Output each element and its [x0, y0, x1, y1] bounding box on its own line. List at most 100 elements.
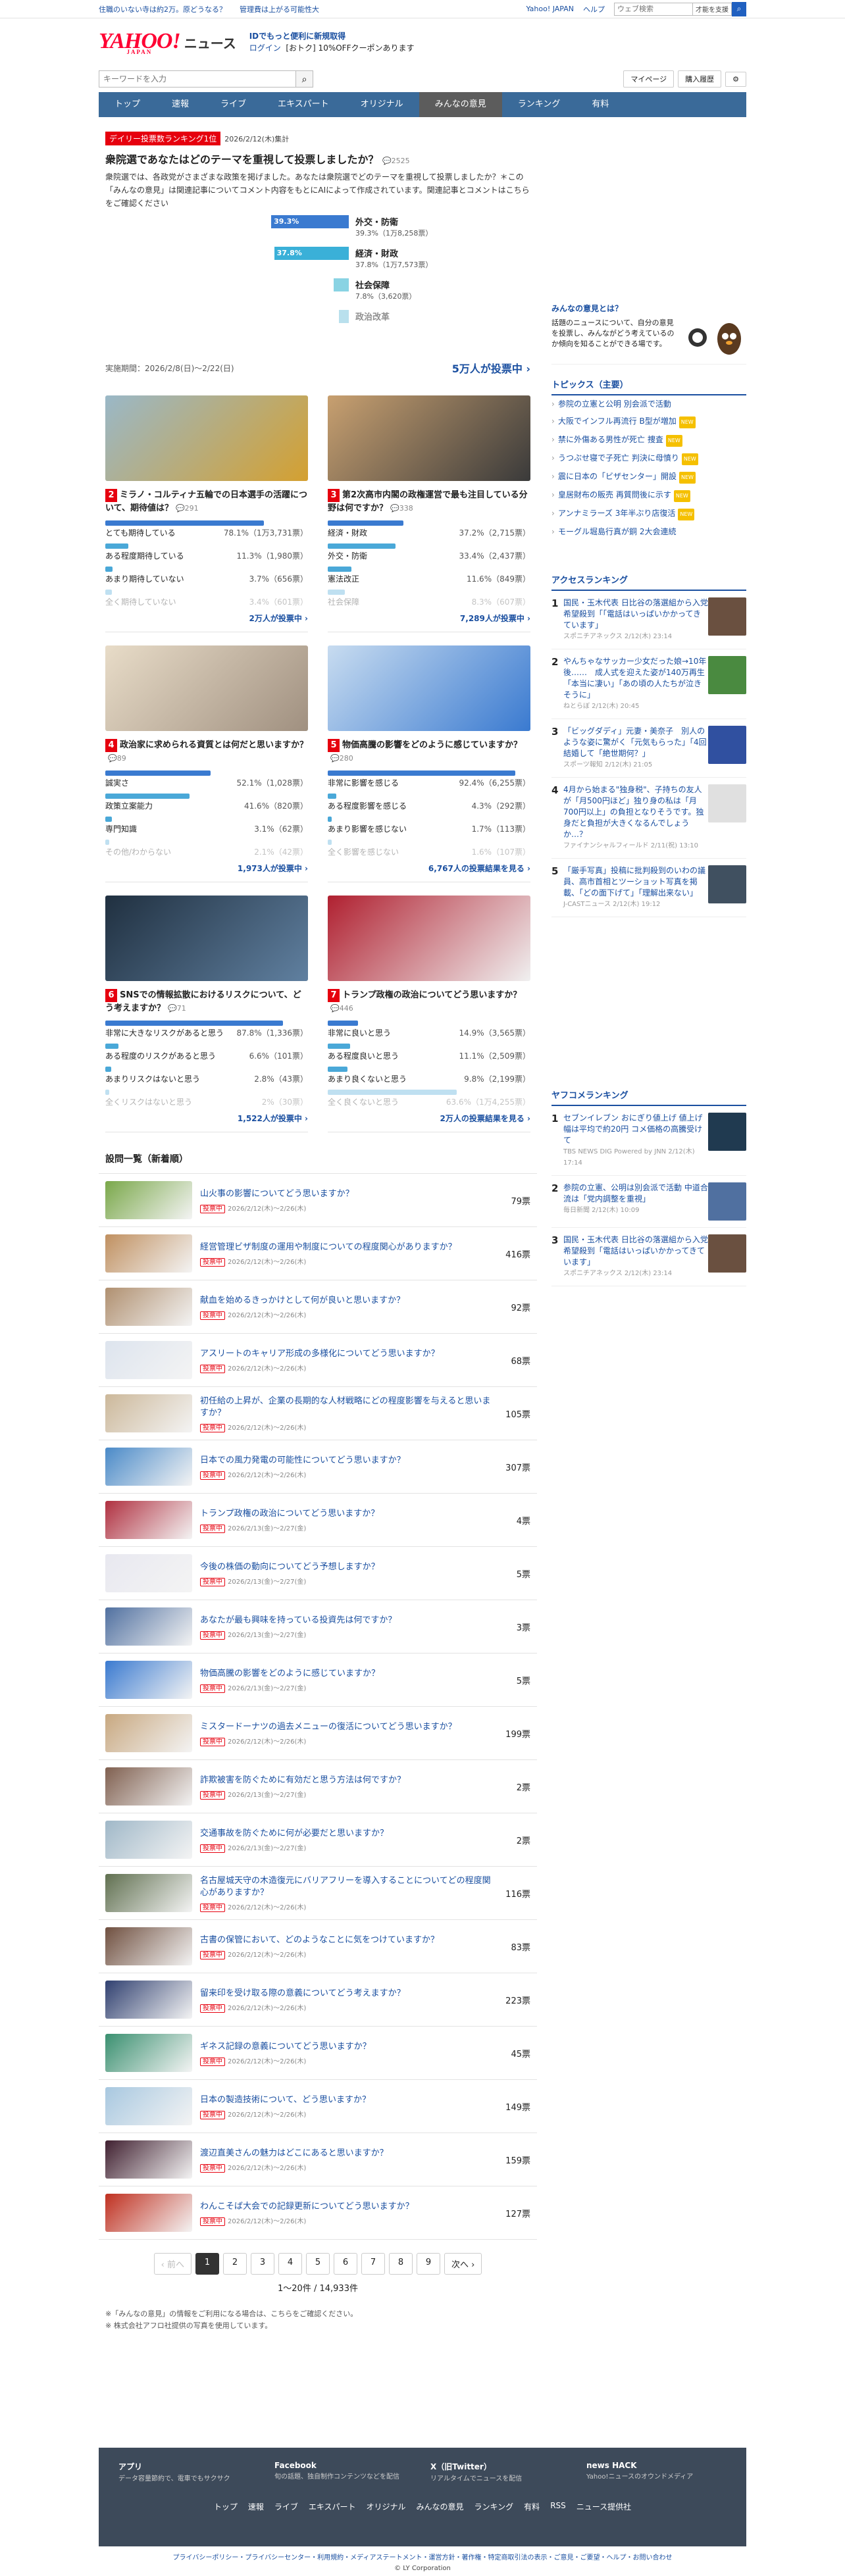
ranking-item[interactable]: 2 やんちゃなサッカー少女だった娘→10年後…… 成人式を迎えた姿が140万再生「… [551, 649, 746, 719]
page-button[interactable]: 1 [195, 2253, 219, 2275]
footer-links[interactable]: プライバシーポリシー・プライバシーセンター・利用規約・メディアステートメント・運… [0, 2552, 845, 2562]
list-item-title[interactable]: 交通事故を防ぐために何が必要だと思いますか？ [200, 1828, 491, 1840]
topic-item[interactable]: 皇居財布の販売 再質問後に示すNEW [551, 486, 746, 505]
poll-option[interactable]: あまり良くないと思う 9.8%（2,199票） [328, 1067, 530, 1084]
list-item[interactable]: 留来印を受け取る際の意義についてどう考えますか？ 投票中 2026/2/12(木)〜… [99, 1973, 537, 2027]
list-item-title[interactable]: トランプ政権の政治についてどう思いますか？ [200, 1508, 491, 1520]
page-button[interactable]: 7 [361, 2253, 385, 2275]
ad-link-2[interactable]: 管理費は上がる可能性大 [240, 4, 319, 14]
poll-option[interactable]: 専門知識 3.1%（62票） [105, 817, 308, 834]
ranking-item[interactable]: 2 参院の立憲、公明は別会派で活動 中道合流は「党内調整を重視」 毎日新聞 2/12… [551, 1176, 746, 1228]
poll-option[interactable]: とても期待している 78.1%（1万3,731票） [105, 520, 308, 538]
ranking-item[interactable]: 1 国民・玉木代表 日比谷の落選組から入党希望殺到「「電話はいっぱいかかってきてい… [551, 591, 746, 649]
list-item[interactable]: 名古屋城天守の木造復元にバリアフリーを導入することについてどの程度関心があります… [99, 1867, 537, 1920]
nav-tab-5[interactable]: みんなの意見 [419, 92, 502, 117]
poll-option[interactable]: ある程度良いと思う 11.1%（2,509票） [328, 1044, 530, 1061]
list-item[interactable]: ギネス記録の意義についてどう思いますか？ 投票中 2026/2/12(木)〜2/26… [99, 2027, 537, 2080]
poll-total-link[interactable]: 5万人が投票中 › [452, 360, 530, 376]
footer-nav-link[interactable]: みんなの意見 [417, 2501, 464, 2512]
search-icon[interactable]: ⌕ [296, 70, 313, 88]
footer-app-1[interactable]: Facebook 旬の話題、独自制作コンテンツなどを配信 [274, 2461, 415, 2484]
footer-app-0[interactable]: アプリ データ容量節約で、電車でもサクサク [118, 2461, 259, 2484]
topic-item[interactable]: モーグル堀島行真が銅 2大会連続 [551, 523, 746, 540]
ranking-item[interactable]: 3 「ビッグダディ」元妻・美奈子 別人のような姿に驚がく「元気もらった」「4回結婚… [551, 719, 746, 778]
poll-option[interactable]: ある程度のリスクがあると思う 6.6%（101票） [105, 1044, 308, 1061]
list-item[interactable]: 詐欺被害を防ぐために有効だと思う方法は何ですか？ 投票中 2026/2/13(金)〜… [99, 1760, 537, 1813]
topic-item[interactable]: 震に日本の「ビザセンター」開設NEW [551, 468, 746, 486]
list-item-title[interactable]: 献血を始めるきっかけとして何が良いと思いますか？ [200, 1295, 491, 1307]
poll-card-image[interactable] [328, 645, 530, 731]
footer-nav-link[interactable]: エキスパート [309, 2501, 356, 2512]
list-item[interactable]: 交通事故を防ぐために何が必要だと思いますか？ 投票中 2026/2/13(金)〜2/… [99, 1813, 537, 1867]
poll-card-total-link[interactable]: 6,767人の投票結果を見る › [328, 863, 530, 874]
footer-nav-link[interactable]: ランキング [474, 2501, 514, 2512]
hero-option-1[interactable]: 経済・財政 37.8%（1万7,573票） [355, 247, 432, 270]
list-item-title[interactable]: ギネス記録の意義についてどう思いますか？ [200, 2041, 491, 2053]
login-link[interactable]: ログイン [249, 43, 281, 53]
page-button[interactable]: 5 [306, 2253, 330, 2275]
list-item[interactable]: アスリートのキャリア形成の多様化についてどう思いますか？ 投票中 2026/2/12… [99, 1334, 537, 1387]
poll-option[interactable]: 非常に影響を感じる 92.4%（6,255票） [328, 770, 530, 788]
page-button[interactable]: 8 [389, 2253, 413, 2275]
list-item-title[interactable]: 名古屋城天守の木造復元にバリアフリーを導入することについてどの程度関心があります… [200, 1875, 491, 1899]
about-title[interactable]: みんなの意見とは？ [551, 303, 746, 314]
list-item-title[interactable]: 渡辺直美さんの魅力はどこにあると思いますか？ [200, 2148, 491, 2159]
coupon-text[interactable]: [おトク] 10%OFFクーポンあります [286, 43, 414, 53]
page-button[interactable]: 6 [334, 2253, 357, 2275]
topics-title[interactable]: トピックス（主要） [551, 378, 746, 395]
poll-card-title[interactable]: 6 SNSでの情報拡散におけるリスクについて、どう考えますか？ 💬71 [105, 989, 308, 1015]
ad-link-1[interactable]: 住職のいない寺は約2万。原どうなる？ [99, 4, 226, 14]
list-item-title[interactable]: わんこそば大会での記録更新についてどう思いますか？ [200, 2201, 491, 2213]
poll-option[interactable]: 非常に大きなリスクがあると思う 87.8%（1,336票） [105, 1021, 308, 1038]
poll-card-image[interactable] [105, 645, 308, 731]
footer-nav-link[interactable]: RSS [550, 2501, 566, 2512]
poll-option[interactable]: 全く影響を感じない 1.6%（107票） [328, 840, 530, 857]
page-button[interactable]: 2 [223, 2253, 247, 2275]
ranking-item[interactable]: 5 「厳手写真」投稿に批判殺到のいわの議員、高市首相とツーショット写真を掲載、「ど… [551, 859, 746, 917]
topic-item[interactable]: うつぶせ寝で子死亡 判決に母憤りNEW [551, 449, 746, 468]
list-item[interactable]: 日本の製造技術について、どう思いますか？ 投票中 2026/2/12(木)〜2/26… [99, 2080, 537, 2133]
list-item-title[interactable]: 古書の保管において、どのようなことに気をつけていますか？ [200, 1934, 491, 1946]
poll-card-total-link[interactable]: 2万人の投票結果を見る › [328, 1113, 530, 1124]
topic-item[interactable]: 参院の立憲と公明 別会派で活動 [551, 395, 746, 413]
poll-option[interactable]: あまりリスクはないと思う 2.8%（43票） [105, 1067, 308, 1084]
gear-icon[interactable]: ⚙ [725, 71, 746, 87]
list-item-title[interactable]: 経営管理ビザ制度の運用や制度についての程度関心がありますか？ [200, 1242, 491, 1253]
list-item[interactable]: 物価高騰の影響をどのように感じていますか？ 投票中 2026/2/13(金)〜2/2… [99, 1654, 537, 1707]
next-page-button[interactable]: 次へ › [444, 2253, 482, 2275]
poll-option[interactable]: 全くリスクはないと思う 2%（30票） [105, 1090, 308, 1107]
news-search-input[interactable] [99, 70, 296, 88]
list-item-title[interactable]: アスリートのキャリア形成の多様化についてどう思いますか？ [200, 1348, 491, 1360]
list-item[interactable]: 古書の保管において、どのようなことに気をつけていますか？ 投票中 2026/2/12… [99, 1920, 537, 1973]
list-item[interactable]: 渡辺直美さんの魅力はどこにあると思いますか？ 投票中 2026/2/12(木)〜2/… [99, 2133, 537, 2186]
list-item[interactable]: 初任給の上昇が、企業の長期的な人材戦略にどの程度影響を与えると思いますか？ 投票中… [99, 1387, 537, 1440]
footer-nav-link[interactable]: 有料 [524, 2501, 540, 2512]
poll-card-total-link[interactable]: 1,973人が投票中 › [105, 863, 308, 874]
poll-option[interactable]: 外交・防衛 33.4%（2,437票） [328, 543, 530, 561]
list-item[interactable]: 経営管理ビザ制度の運用や制度についての程度関心がありますか？ 投票中 2026/2/… [99, 1227, 537, 1280]
history-button[interactable]: 購入履歴 [678, 70, 722, 88]
poll-option[interactable]: その他/わからない 2.1%（42票） [105, 840, 308, 857]
topic-item[interactable]: 禁に外傷ある男性が死亡 捜査NEW [551, 431, 746, 449]
mypage-button[interactable]: マイページ [623, 70, 675, 88]
news-logo[interactable]: ニュース [184, 33, 236, 52]
poll-option[interactable]: 憲法改正 11.6%（849票） [328, 567, 530, 584]
poll-option[interactable]: あまり期待していない 3.7%（656票） [105, 567, 308, 584]
poll-card-title[interactable]: 3 第2次高市内閣の政権運営で最も注目している分野は何ですか？ 💬338 [328, 489, 530, 515]
poll-card-title[interactable]: 2 ミラノ・コルティナ五輪での日本選手の活躍について、期待値は？ 💬291 [105, 489, 308, 515]
list-item-title[interactable]: 詐欺被害を防ぐために有効だと思う方法は何ですか？ [200, 1775, 491, 1786]
poll-card-title[interactable]: 5 物価高騰の影響をどのように感じていますか？ 💬280 [328, 739, 530, 765]
list-item-title[interactable]: 山火事の影響についてどう思いますか？ [200, 1188, 491, 1200]
help-link[interactable]: ヘルプ [583, 4, 605, 14]
poll-option[interactable]: 全く期待していない 3.4%（601票） [105, 590, 308, 607]
web-search-input[interactable] [614, 2, 693, 16]
nav-tab-7[interactable]: 有料 [576, 92, 625, 117]
hero-option-3[interactable]: 政治改革 [355, 310, 390, 322]
list-item[interactable]: 日本での風力発電の可能性についてどう思いますか？ 投票中 2026/2/12(木)〜… [99, 1440, 537, 1494]
poll-card-total-link[interactable]: 7,289人が投票中 › [328, 613, 530, 624]
topic-item[interactable]: 大阪でインフル再流行 B型が増加NEW [551, 413, 746, 431]
footer-nav-link[interactable]: ニュース提供社 [576, 2501, 631, 2512]
hero-option-2[interactable]: 社会保障 7.8%（3,620票） [355, 278, 416, 301]
yahoo-japan-link[interactable]: Yahoo! JAPAN [526, 5, 574, 13]
poll-card-image[interactable] [105, 896, 308, 981]
